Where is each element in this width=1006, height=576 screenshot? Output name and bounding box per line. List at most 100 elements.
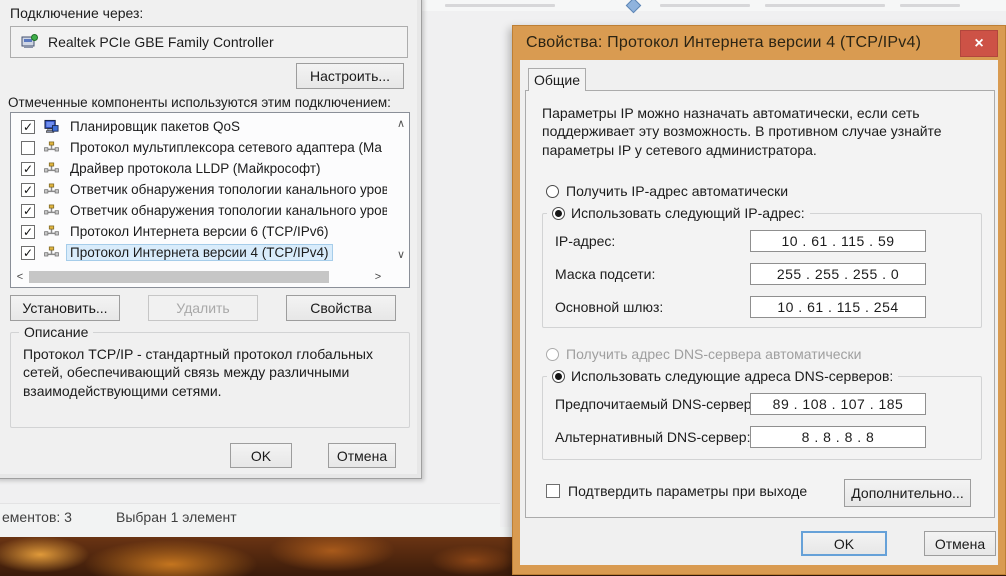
component-label: Протокол Интернета версии 4 (TCP/IPv4) [66,244,333,261]
dialog-titlebar[interactable]: Свойства: Протокол Интернета версии 4 (T… [513,26,1005,60]
configure-button[interactable]: Настроить... [296,63,404,89]
component-checkbox[interactable]: ✓ [21,203,35,218]
component-label: Драйвер протокола LLDP (Майкрософт) [70,161,321,176]
component-row[interactable]: ✓ Протокол Интернета версии 6 (TCP/IPv6) [11,221,387,242]
cancel-button[interactable]: Отмена [328,443,396,468]
ip-field-row: Альтернативный DNS-сервер: 8 . 8 . 8 . 8 [543,426,981,448]
field-value-input[interactable]: 8 . 8 . 8 . 8 [750,426,926,448]
ok-button[interactable]: OK [230,443,292,468]
protocol-icon [43,224,59,239]
field-label: Предпочитаемый DNS-сервер: [555,396,756,412]
radio-icon[interactable] [546,184,559,198]
manual-ip-group: Использовать следующий IP-адрес: IP-адре… [542,205,982,328]
radio-icon [546,347,559,361]
protocol-icon [43,162,59,173]
manual-dns-group: Использовать следующие адреса DNS-сервер… [542,368,982,460]
tcpip-properties-dialog: Свойства: Протокол Интернета версии 4 (T… [512,25,1006,575]
radio-label: Получить адрес DNS-сервера автоматически [566,346,862,362]
component-row[interactable]: ✓ Планировщик пакетов QoS [11,116,387,137]
component-label: Ответчик обнаружения топологии канальног… [70,203,387,218]
ip-field-row: Предпочитаемый DNS-сервер: 89 . 108 . 10… [543,393,981,415]
cancel-button[interactable]: Отмена [924,531,996,556]
protocol-icon [43,204,59,215]
field-label: Альтернативный DNS-сервер: [555,429,751,445]
adapter-name: Realtek PCIe GBE Family Controller [48,34,274,50]
general-tab-page: Параметры IP можно назначать автоматичес… [525,90,995,518]
description-text: Протокол TCP/IP - стандартный протокол г… [23,346,373,399]
protocol-icon [43,225,59,236]
uninstall-button: Удалить [148,295,258,321]
component-row[interactable]: ✓ Драйвер протокола LLDP (Майкрософт) [11,158,387,179]
field-value-input[interactable]: 255 . 255 . 255 . 0 [750,263,926,285]
field-value-input[interactable]: 89 . 108 . 107 . 185 [750,393,926,415]
component-label: Протокол мультиплексора сетевого адаптер… [70,140,382,155]
component-label: Планировщик пакетов QoS [70,119,240,134]
explorer-statusbar: ементов: 3 Выбран 1 элемент [0,503,500,528]
protocol-icon [43,245,59,260]
protocol-icon [43,203,59,218]
network-adapter-icon [21,33,38,48]
qos-scheduler-icon [43,119,59,134]
component-checkbox[interactable] [21,140,35,155]
component-row[interactable]: ✓ Ответчик обнаружения топологии канальн… [11,179,387,200]
radio-obtain-dns-auto: Получить адрес DNS-сервера автоматически [546,346,861,362]
component-checkbox[interactable]: ✓ [21,224,35,239]
scroll-left-icon[interactable]: < [13,271,27,283]
connect-via-label: Подключение через: [10,5,144,21]
adapter-name-box: Realtek PCIe GBE Family Controller [10,26,408,58]
radio-use-ip-icon[interactable] [552,206,565,220]
description-group: Описание Протокол TCP/IP - стандартный п… [10,324,410,428]
component-label: Протокол Интернета версии 6 (TCP/IPv6) [70,224,329,239]
components-label: Отмеченные компоненты используются этим … [8,95,391,110]
radio-use-dns-label: Использовать следующие адреса DNS-сервер… [571,368,894,384]
field-label: IP-адрес: [555,233,616,249]
dialog-title: Свойства: Протокол Интернета версии 4 (T… [526,34,922,51]
toolbar-text-remnant [900,4,960,7]
protocol-icon [43,182,59,197]
toolbar-text-remnant [660,4,750,7]
ip-field-row: IP-адрес: 10 . 61 . 115 . 59 [543,230,981,252]
protocol-icon [43,183,59,194]
ok-button[interactable]: OK [801,531,887,556]
description-group-label: Описание [19,324,94,340]
protocol-icon [43,140,59,155]
protocol-icon [43,161,59,176]
validate-settings-checkbox[interactable]: Подтвердить параметры при выходе [546,483,807,499]
field-value-input[interactable]: 10 . 61 . 115 . 254 [750,296,926,318]
radio-label: Получить IP-адрес автоматически [566,183,789,199]
protocol-icon [43,246,59,257]
intro-text: Параметры IP можно назначать автоматичес… [542,105,942,158]
field-value-input[interactable]: 10 . 61 . 115 . 59 [750,230,926,252]
scroll-right-icon[interactable]: > [371,271,385,283]
component-checkbox[interactable]: ✓ [21,161,35,176]
toolbar-text-remnant [445,4,555,7]
component-row[interactable]: Протокол мультиплексора сетевого адаптер… [11,137,387,158]
radio-use-dns-icon[interactable] [552,369,565,383]
component-checkbox[interactable]: ✓ [21,119,35,134]
install-button[interactable]: Установить... [10,295,120,321]
checkbox-icon[interactable] [546,484,560,498]
status-selected-count: Выбран 1 элемент [116,509,237,525]
scroll-down-icon[interactable]: ∨ [397,248,405,261]
toolbar-text-remnant [765,4,885,7]
advanced-button[interactable]: Дополнительно... [844,479,971,507]
component-row[interactable]: ✓ Ответчик обнаружения топологии канальн… [11,200,387,221]
horizontal-scrollbar[interactable]: < > [13,269,385,285]
properties-button[interactable]: Свойства [286,295,396,321]
ip-field-row: Основной шлюз: 10 . 61 . 115 . 254 [543,296,981,318]
component-row[interactable]: ✓ Протокол Интернета версии 4 (TCP/IPv4) [11,242,387,263]
tab-general[interactable]: Общие [528,68,586,91]
components-list[interactable]: ✓ Планировщик пакетов QoS Протокол мульт… [10,112,410,288]
scrollbar-thumb[interactable] [29,271,329,283]
checkbox-label: Подтвердить параметры при выходе [568,483,808,499]
radio-obtain-ip-auto[interactable]: Получить IP-адрес автоматически [546,183,788,199]
protocol-icon [43,141,59,152]
scroll-up-icon[interactable]: ∧ [397,117,405,130]
close-icon[interactable]: × [960,30,998,57]
field-label: Основной шлюз: [555,299,664,315]
toolbar-diamond-icon [625,0,642,14]
explorer-toolbar-remnant [420,0,1006,14]
radio-use-ip-label: Использовать следующий IP-адрес: [571,205,805,221]
component-checkbox[interactable]: ✓ [21,245,35,260]
component-checkbox[interactable]: ✓ [21,182,35,197]
